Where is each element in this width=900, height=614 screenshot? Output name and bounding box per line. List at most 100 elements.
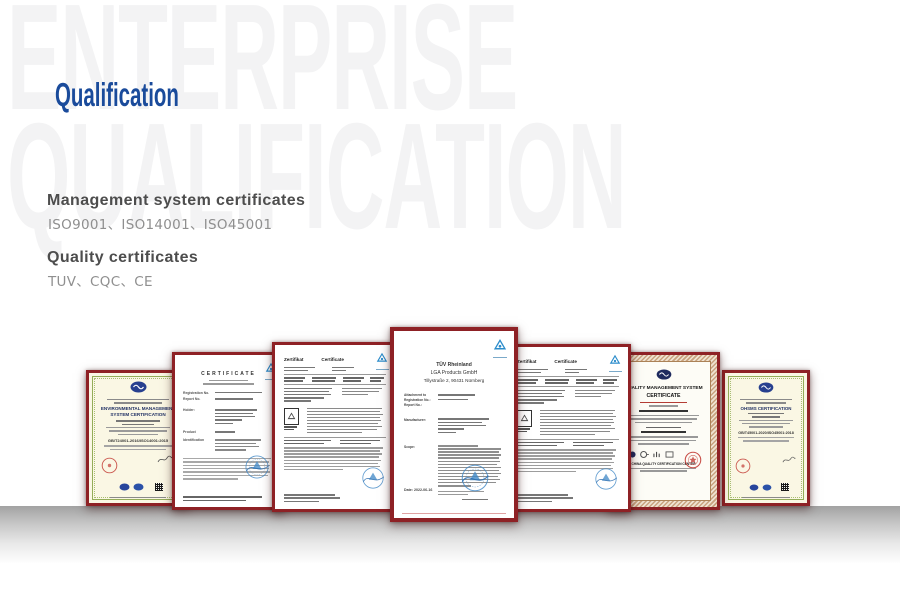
col4 bbox=[603, 379, 619, 383]
label-report: Report No.: bbox=[404, 403, 438, 408]
text-line bbox=[517, 462, 614, 463]
sec2-left bbox=[517, 442, 567, 446]
text-line bbox=[517, 402, 544, 403]
red-stamp-icon bbox=[735, 458, 751, 479]
text-line bbox=[517, 494, 568, 495]
text-line bbox=[573, 442, 613, 443]
management-certs-items: ISO9001、ISO14001、ISO45001 bbox=[48, 213, 272, 233]
text-line bbox=[110, 449, 166, 450]
text-line bbox=[517, 501, 552, 502]
text-line bbox=[649, 405, 678, 406]
text-line bbox=[540, 413, 613, 414]
footer-lines bbox=[183, 496, 273, 501]
text-line bbox=[603, 382, 614, 383]
text-line bbox=[748, 413, 785, 414]
text-line bbox=[332, 370, 346, 371]
text-line bbox=[342, 394, 368, 395]
label-report: Report No. bbox=[183, 397, 215, 401]
qr-code bbox=[781, 483, 789, 491]
text-line bbox=[742, 497, 790, 498]
header-en: Certificate bbox=[554, 359, 576, 364]
cnas-badge-icon bbox=[762, 484, 772, 491]
company-lines bbox=[98, 420, 178, 425]
text-line bbox=[438, 454, 501, 455]
standard-line bbox=[623, 431, 704, 433]
text-line bbox=[540, 431, 610, 432]
text-line bbox=[370, 380, 381, 381]
text-line bbox=[576, 382, 594, 383]
footer-rule bbox=[402, 513, 506, 514]
text-line bbox=[215, 413, 253, 414]
col3 bbox=[343, 377, 366, 381]
text-line bbox=[517, 465, 611, 466]
center-header-line1: TÜV Rheinland bbox=[404, 361, 504, 369]
col3 bbox=[576, 379, 599, 383]
footer-line bbox=[733, 497, 799, 498]
label-holder: Holder: bbox=[183, 408, 215, 412]
text-line bbox=[312, 377, 337, 378]
footer-lines bbox=[284, 494, 348, 502]
cnas-badge-icon bbox=[133, 483, 144, 491]
text-line bbox=[438, 448, 501, 449]
text-line bbox=[749, 426, 783, 427]
certificate-tuv-zertifikat-left[interactable]: Zertifikat Certificate bbox=[272, 342, 398, 512]
text-line bbox=[746, 402, 787, 403]
text-line bbox=[284, 370, 308, 371]
text-line bbox=[517, 442, 564, 443]
text-line bbox=[575, 393, 613, 394]
cqc-logo-icon bbox=[733, 380, 799, 398]
geo-block bbox=[575, 390, 619, 404]
text-line bbox=[215, 431, 235, 432]
text-line bbox=[340, 440, 380, 441]
text-line bbox=[183, 496, 262, 497]
red-stamp-icon bbox=[101, 457, 118, 479]
address-block bbox=[517, 390, 567, 404]
footer-line bbox=[98, 497, 178, 498]
text-line bbox=[215, 439, 261, 440]
label-manufacturer: Manufacturer: bbox=[404, 418, 438, 433]
text-line bbox=[517, 449, 616, 450]
qms-title-line2: CERTIFICATE bbox=[623, 393, 704, 400]
text-line bbox=[114, 402, 162, 403]
standard-line: GB/T45001-2020/ISO45001:2018 bbox=[733, 431, 799, 435]
text-line bbox=[284, 397, 324, 398]
text-line bbox=[106, 427, 170, 428]
text-line bbox=[215, 446, 259, 447]
certificate-ohsms-iso45001[interactable]: OHSMS CERTIFICATION GB/T45001-2020/ISO45… bbox=[722, 370, 810, 506]
text-line bbox=[203, 383, 253, 384]
text-line bbox=[739, 420, 793, 421]
text-line bbox=[646, 427, 680, 428]
text-line bbox=[752, 416, 780, 417]
text-line bbox=[540, 419, 613, 420]
quality-certs-items: TUV、CQC、CE bbox=[48, 270, 153, 290]
text-line bbox=[517, 390, 565, 391]
text-line bbox=[307, 429, 377, 430]
text-line bbox=[517, 372, 541, 373]
text-line bbox=[284, 377, 305, 378]
text-line bbox=[639, 410, 688, 412]
text-line bbox=[284, 426, 297, 427]
text-line bbox=[576, 379, 597, 380]
text-line bbox=[540, 425, 611, 426]
text-line bbox=[370, 377, 384, 378]
address-block bbox=[284, 388, 334, 402]
standard-line: GB/T24001-2016/ISO14001:2015 bbox=[98, 438, 178, 443]
cert-title: OHSMS CERTIFICATION bbox=[733, 406, 799, 411]
center-header-line2: LGA Products GmbH bbox=[404, 369, 504, 377]
certificate-tuv-certificate[interactable]: CERTIFICATE Registration No. Report No. … bbox=[172, 352, 285, 510]
text-line bbox=[107, 399, 169, 400]
text-line bbox=[215, 392, 262, 393]
certificate-tuv-zertifikat-right[interactable]: Zertifikat Certificate bbox=[505, 344, 631, 512]
doc-no-left bbox=[517, 369, 551, 373]
text-line bbox=[307, 426, 382, 427]
certificate-tuv-lga-center[interactable]: TÜV Rheinland LGA Products GmbH Tillystr… bbox=[390, 327, 518, 522]
red-stamp-icon bbox=[684, 451, 702, 474]
text-line bbox=[517, 471, 576, 472]
qms-title-line1: QUALITY MANAGEMENT SYSTEM bbox=[623, 386, 704, 393]
text-line bbox=[284, 440, 331, 441]
cert-title-line2: SYSTEM CERTIFICATION bbox=[98, 412, 178, 418]
sec2-right bbox=[573, 442, 617, 446]
text-line bbox=[575, 390, 616, 391]
text-line bbox=[517, 431, 527, 432]
sec2-right bbox=[340, 440, 384, 444]
